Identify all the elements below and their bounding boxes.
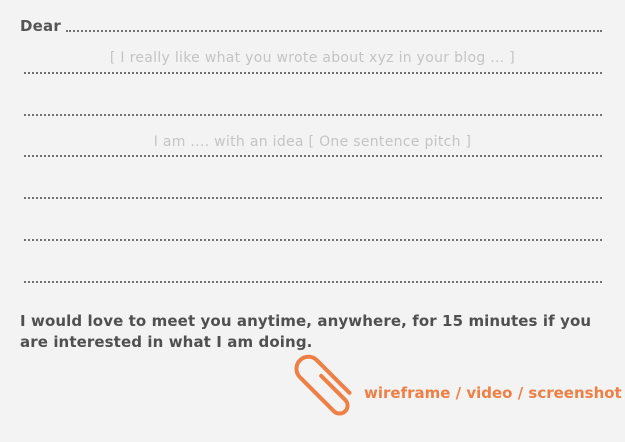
closing-paragraph: I would love to meet you anytime, anywhe… (20, 312, 592, 351)
paperclip-icon (294, 354, 352, 416)
salutation-line (66, 30, 602, 32)
writing-line (24, 114, 602, 116)
hint-blog: [ I really like what you wrote about xyz… (109, 50, 516, 66)
attachment-label[interactable]: wireframe / video / screenshot (364, 384, 622, 402)
writing-line (24, 239, 602, 241)
writing-line (24, 155, 602, 157)
writing-line (24, 72, 602, 74)
writing-line (24, 197, 602, 199)
hint-pitch: I am .... with an idea [ One sentence pi… (153, 134, 472, 150)
salutation: Dear (20, 17, 61, 35)
writing-line (24, 281, 602, 283)
